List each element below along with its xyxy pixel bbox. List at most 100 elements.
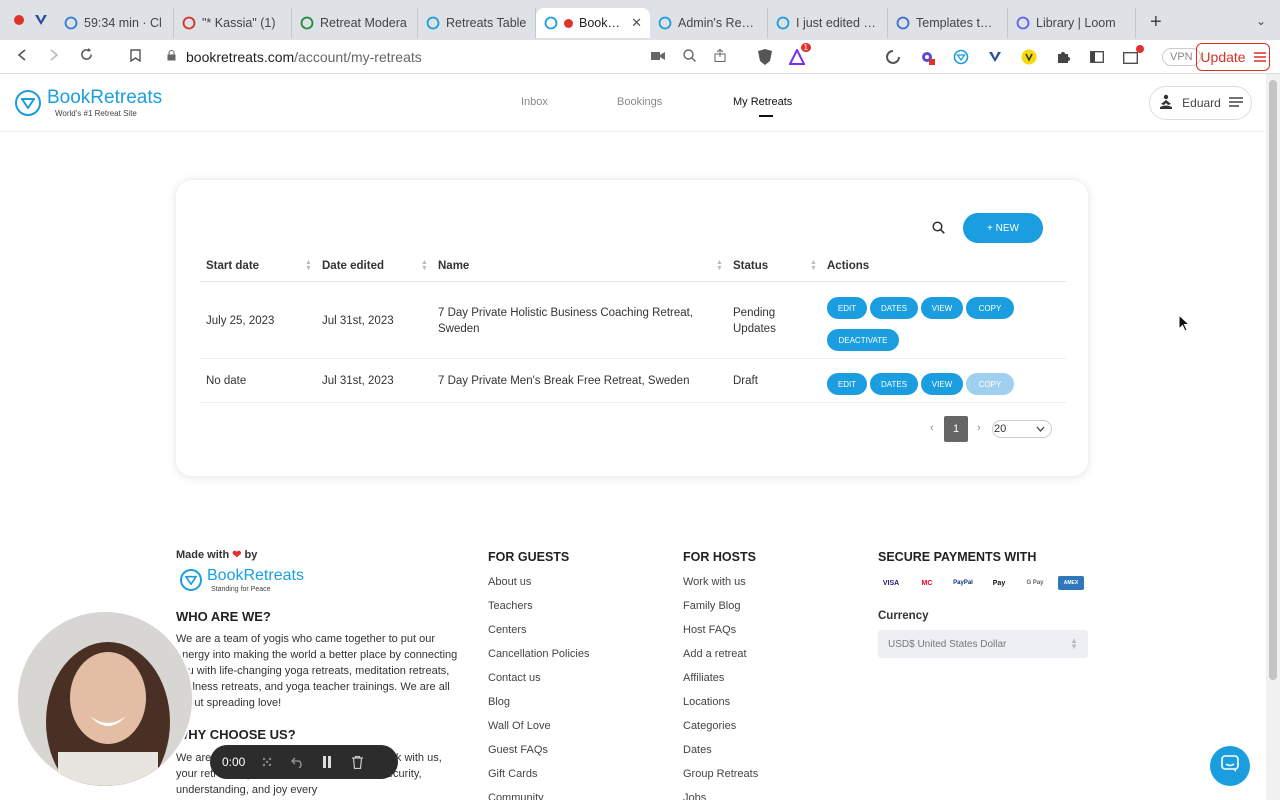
edit-button[interactable]: EDIT bbox=[827, 373, 867, 395]
view-button[interactable]: VIEW bbox=[921, 373, 963, 395]
footer-host-link[interactable]: Host FAQs bbox=[683, 624, 758, 648]
tab-title: 59:34 min · Cl bbox=[84, 16, 162, 30]
trash-icon[interactable] bbox=[349, 754, 365, 770]
footer-host-link[interactable]: Family Blog bbox=[683, 600, 758, 624]
dates-button[interactable]: DATES bbox=[870, 297, 918, 319]
sort-icon[interactable]: ▲ ▼ bbox=[305, 259, 312, 272]
share-icon[interactable] bbox=[714, 48, 726, 65]
footer-guest-link[interactable]: Centers bbox=[488, 624, 590, 648]
bookretreats-extension-icon[interactable] bbox=[952, 48, 970, 66]
bookmark-icon[interactable] bbox=[130, 48, 141, 65]
browser-tab[interactable]: 59:34 min · Cl bbox=[56, 8, 174, 38]
browser-tab[interactable]: I just edited my bbox=[768, 8, 888, 38]
column-header-start-date[interactable]: Start date bbox=[206, 260, 259, 272]
next-page-icon[interactable]: › bbox=[977, 422, 981, 434]
cell-name[interactable]: 7 Day Private Holistic Business Coaching… bbox=[438, 305, 708, 337]
footer-host-link[interactable]: Work with us bbox=[683, 576, 758, 600]
made-with-text: Made with ❤ by bbox=[176, 549, 258, 561]
browser-tab[interactable]: Retreats Table bbox=[418, 8, 536, 38]
close-tab-icon[interactable]: ✕ bbox=[631, 15, 642, 31]
footer-logo[interactable]: BookRetreats Standing for Peace bbox=[180, 566, 304, 593]
brave-shield-icon[interactable] bbox=[756, 48, 774, 66]
dates-button[interactable]: DATES bbox=[870, 373, 918, 395]
footer-guest-link[interactable]: Guest FAQs bbox=[488, 744, 590, 768]
new-tab-icon[interactable]: + bbox=[1150, 11, 1162, 34]
wallet-icon[interactable] bbox=[1122, 44, 1144, 66]
gear-extension-icon[interactable] bbox=[918, 48, 936, 66]
hamburger-menu-icon bbox=[1253, 49, 1266, 65]
nav-inbox[interactable]: Inbox bbox=[521, 96, 581, 108]
update-button[interactable]: Update bbox=[1196, 43, 1270, 71]
back-icon[interactable] bbox=[6, 48, 38, 65]
extension-badge: 1 bbox=[800, 42, 811, 52]
current-page[interactable]: 1 bbox=[944, 416, 968, 442]
vpn-toggle[interactable]: VPN bbox=[1162, 47, 1201, 66]
undo-icon[interactable] bbox=[289, 754, 305, 770]
tab-title: Retreat Modera bbox=[320, 16, 407, 30]
footer-host-link[interactable]: Categories bbox=[683, 720, 758, 744]
recording-tab-icon bbox=[564, 18, 573, 28]
search-icon[interactable] bbox=[932, 221, 945, 239]
user-menu-button[interactable]: Eduard bbox=[1149, 86, 1252, 120]
footer-guest-link[interactable]: Gift Cards bbox=[488, 768, 590, 792]
browser-tab[interactable]: Templates to Im bbox=[888, 8, 1008, 38]
yellow-v-extension-icon[interactable] bbox=[1020, 48, 1038, 66]
footer-guest-link[interactable]: Community bbox=[488, 792, 590, 800]
footer-guest-link[interactable]: Contact us bbox=[488, 672, 590, 696]
webcam-bubble[interactable] bbox=[16, 610, 194, 788]
new-retreat-button[interactable]: + NEW bbox=[963, 213, 1043, 243]
footer-host-link[interactable]: Locations bbox=[683, 696, 758, 720]
sidebar-toggle-icon[interactable] bbox=[1088, 48, 1106, 66]
cell-name[interactable]: 7 Day Private Men's Break Free Retreat, … bbox=[438, 373, 708, 389]
scroll-thumb[interactable] bbox=[1269, 80, 1277, 680]
browser-tab[interactable]: Retreat Modera bbox=[292, 8, 418, 38]
footer-host-link[interactable]: Affiliates bbox=[683, 672, 758, 696]
puzzle-icon[interactable] bbox=[1054, 48, 1072, 66]
column-header-name[interactable]: Name bbox=[438, 260, 469, 272]
footer-host-link[interactable]: Add a retreat bbox=[683, 648, 758, 672]
address-bar[interactable]: bookretreats.com/account/my-retreats bbox=[151, 43, 611, 71]
deactivate-button[interactable]: DEACTIVATE bbox=[827, 329, 899, 351]
footer-guest-link[interactable]: Cancellation Policies bbox=[488, 648, 590, 672]
page-size-select[interactable]: 20 bbox=[992, 420, 1052, 438]
sort-icon[interactable]: ▲ ▼ bbox=[716, 259, 723, 272]
clock-loader-extension-icon[interactable] bbox=[884, 48, 902, 66]
camera-blocked-icon[interactable] bbox=[651, 49, 665, 64]
footer-host-link[interactable]: Dates bbox=[683, 744, 758, 768]
footer-guest-link[interactable]: Teachers bbox=[488, 600, 590, 624]
copy-button[interactable]: COPY bbox=[966, 297, 1014, 319]
page-scrollbar[interactable] bbox=[1266, 74, 1280, 800]
sort-icon[interactable]: ▲ ▼ bbox=[810, 259, 817, 272]
footer-guest-link[interactable]: Blog bbox=[488, 696, 590, 720]
browser-tab[interactable]: Library | Loom bbox=[1008, 8, 1136, 38]
drag-handle-icon[interactable] bbox=[259, 754, 275, 770]
forward-icon[interactable] bbox=[38, 48, 70, 65]
vivaldi-icon[interactable] bbox=[32, 11, 50, 29]
view-button[interactable]: VIEW bbox=[921, 297, 963, 319]
column-header-date-edited[interactable]: Date edited bbox=[322, 260, 384, 272]
payment-method-icon: G Pay bbox=[1026, 580, 1044, 586]
footer-host-link[interactable]: Group Retreats bbox=[683, 768, 758, 792]
url-path: /account/my-retreats bbox=[294, 48, 422, 65]
sort-icon[interactable]: ▲ ▼ bbox=[421, 259, 428, 272]
nav-bookings[interactable]: Bookings bbox=[617, 96, 697, 108]
chat-support-button[interactable] bbox=[1210, 746, 1250, 786]
brave-rewards-icon[interactable]: 1 bbox=[788, 42, 811, 66]
currency-select[interactable]: USD$ United States Dollar ▲ ▼ bbox=[878, 630, 1088, 658]
column-header-status[interactable]: Status bbox=[733, 260, 768, 272]
footer-guest-link[interactable]: Wall Of Love bbox=[488, 720, 590, 744]
prev-page-icon[interactable]: ‹ bbox=[930, 422, 934, 434]
pause-icon[interactable] bbox=[319, 754, 335, 770]
site-logo[interactable]: BookRetreats World's #1 Retreat Site bbox=[15, 88, 162, 118]
browser-tab[interactable]: Admin's Review bbox=[650, 8, 768, 38]
tab-search-chevron-icon[interactable]: ⌄ bbox=[1256, 14, 1266, 28]
footer-host-link[interactable]: Jobs bbox=[683, 792, 758, 800]
nav-my-retreats[interactable]: My Retreats bbox=[733, 96, 823, 108]
zoom-icon[interactable] bbox=[683, 48, 697, 65]
browser-tab[interactable]: BookRet ✕ bbox=[536, 8, 650, 38]
v-extension-icon[interactable] bbox=[986, 48, 1004, 66]
footer-guest-link[interactable]: About us bbox=[488, 576, 590, 600]
browser-tab[interactable]: "* Kassia" (1) bbox=[174, 8, 292, 38]
edit-button[interactable]: EDIT bbox=[827, 297, 867, 319]
reload-icon[interactable] bbox=[70, 48, 102, 65]
